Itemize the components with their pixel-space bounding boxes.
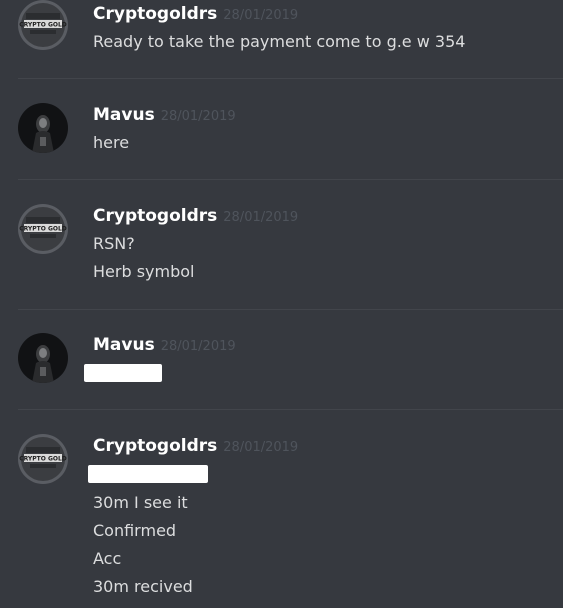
logo-text: CRYPTO GOLD — [19, 456, 67, 463]
timestamp: 28/01/2019 — [223, 8, 299, 23]
redacted-text — [84, 364, 162, 382]
author-name[interactable]: Mavus 28/01/2019 — [93, 335, 236, 355]
logo-text: CRYPTO GOLD — [19, 22, 67, 29]
author-name-text: Mavus — [93, 335, 155, 355]
message-text: Acc — [93, 549, 122, 568]
message-text: 30m recived — [93, 577, 193, 596]
crypto-gold-logo-icon: CRYPTO GOLD — [18, 204, 68, 254]
dark-hooded-figure-icon — [18, 333, 68, 383]
timestamp: 28/01/2019 — [223, 440, 299, 455]
avatar[interactable]: CRYPTO GOLD — [18, 0, 68, 50]
avatar[interactable] — [18, 333, 68, 383]
crypto-gold-logo-icon: CRYPTO GOLD — [18, 0, 68, 50]
author-name-text: Cryptogoldrs — [93, 4, 218, 24]
logo-text: CRYPTO GOLD — [19, 226, 67, 233]
message-text: 30m I see it — [93, 493, 188, 512]
message-divider — [18, 78, 563, 79]
author-name[interactable]: Cryptogoldrs 28/01/2019 — [93, 4, 298, 24]
message-text: Confirmed — [93, 521, 177, 540]
dark-hooded-figure-icon — [18, 103, 68, 153]
author-name[interactable]: Cryptogoldrs 28/01/2019 — [93, 436, 298, 456]
author-name-text: Mavus — [93, 105, 155, 125]
avatar[interactable]: CRYPTO GOLD — [18, 204, 68, 254]
message-text: Herb symbol — [93, 262, 195, 281]
message-text: Ready to take the payment come to g.e w … — [93, 32, 466, 51]
timestamp: 28/01/2019 — [160, 339, 236, 354]
chat-messages: CRYPTO GOLD Cryptogoldrs 28/01/2019 Ready… — [0, 0, 563, 608]
message-text: RSN? — [93, 234, 135, 253]
author-name[interactable]: Cryptogoldrs 28/01/2019 — [93, 206, 298, 226]
author-name[interactable]: Mavus 28/01/2019 — [93, 105, 236, 125]
avatar[interactable]: CRYPTO GOLD — [18, 434, 68, 484]
message-divider — [18, 309, 563, 310]
redacted-text — [88, 465, 208, 483]
message-divider — [18, 179, 563, 180]
author-name-text: Cryptogoldrs — [93, 206, 218, 226]
timestamp: 28/01/2019 — [160, 109, 236, 124]
author-name-text: Cryptogoldrs — [93, 436, 218, 456]
message-divider — [18, 409, 563, 410]
timestamp: 28/01/2019 — [223, 210, 299, 225]
crypto-gold-logo-icon: CRYPTO GOLD — [18, 434, 68, 484]
avatar[interactable] — [18, 103, 68, 153]
message-text: here — [93, 133, 130, 152]
